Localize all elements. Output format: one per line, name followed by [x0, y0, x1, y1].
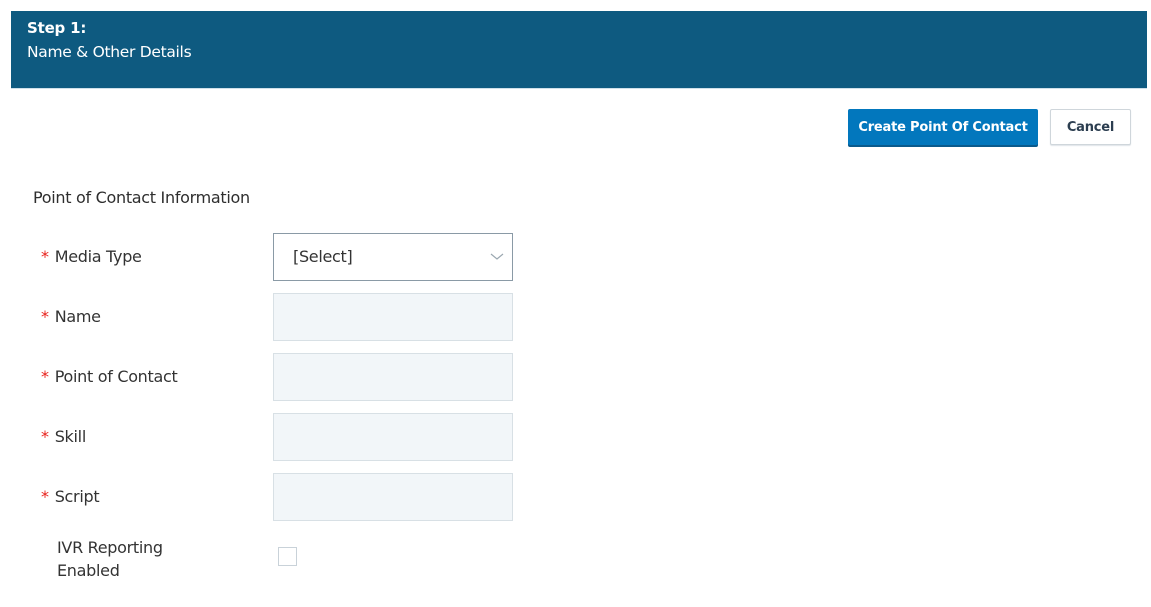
- script-input[interactable]: [273, 473, 513, 521]
- required-asterisk: *: [41, 367, 49, 386]
- form-row-skill: * Skill: [0, 413, 600, 461]
- step-title: Name & Other Details: [27, 43, 192, 61]
- create-point-of-contact-button[interactable]: Create Point Of Contact: [848, 109, 1038, 145]
- ivr-reporting-enabled-checkbox[interactable]: [278, 547, 297, 566]
- field-label: * Skill: [41, 427, 86, 446]
- media-type-selected-value: [Select]: [293, 247, 353, 266]
- required-asterisk: *: [41, 247, 49, 266]
- ivr-label-line1: IVR Reporting: [57, 538, 163, 557]
- form-row-point-of-contact: * Point of Contact: [0, 353, 600, 401]
- media-type-label: Media Type: [54, 247, 142, 266]
- chevron-down-icon: [490, 253, 504, 260]
- point-of-contact-label: Point of Contact: [54, 367, 178, 386]
- form-row-script: * Script: [0, 473, 600, 521]
- field-label: * Script: [41, 487, 100, 506]
- field-label: * Media Type: [41, 247, 142, 266]
- ivr-label-line2: Enabled: [57, 561, 120, 580]
- media-type-select[interactable]: [Select]: [273, 233, 513, 281]
- name-input[interactable]: [273, 293, 513, 341]
- form-row-media-type: * Media Type [Select]: [0, 233, 600, 281]
- required-asterisk: *: [41, 487, 49, 506]
- required-asterisk: *: [41, 427, 49, 446]
- name-label: Name: [54, 307, 101, 326]
- script-label: Script: [54, 487, 100, 506]
- field-label: * Point of Contact: [41, 367, 178, 386]
- required-asterisk: *: [41, 307, 49, 326]
- step-number: Step 1:: [27, 19, 87, 37]
- field-label: * Name: [41, 307, 101, 326]
- cancel-button[interactable]: Cancel: [1050, 109, 1131, 145]
- form-row-name: * Name: [0, 293, 600, 341]
- step-header: Step 1: Name & Other Details: [11, 11, 1147, 89]
- skill-label: Skill: [54, 427, 87, 446]
- section-title: Point of Contact Information: [33, 188, 250, 207]
- point-of-contact-input[interactable]: [273, 353, 513, 401]
- ivr-reporting-label: IVR Reporting Enabled: [57, 536, 187, 582]
- skill-input[interactable]: [273, 413, 513, 461]
